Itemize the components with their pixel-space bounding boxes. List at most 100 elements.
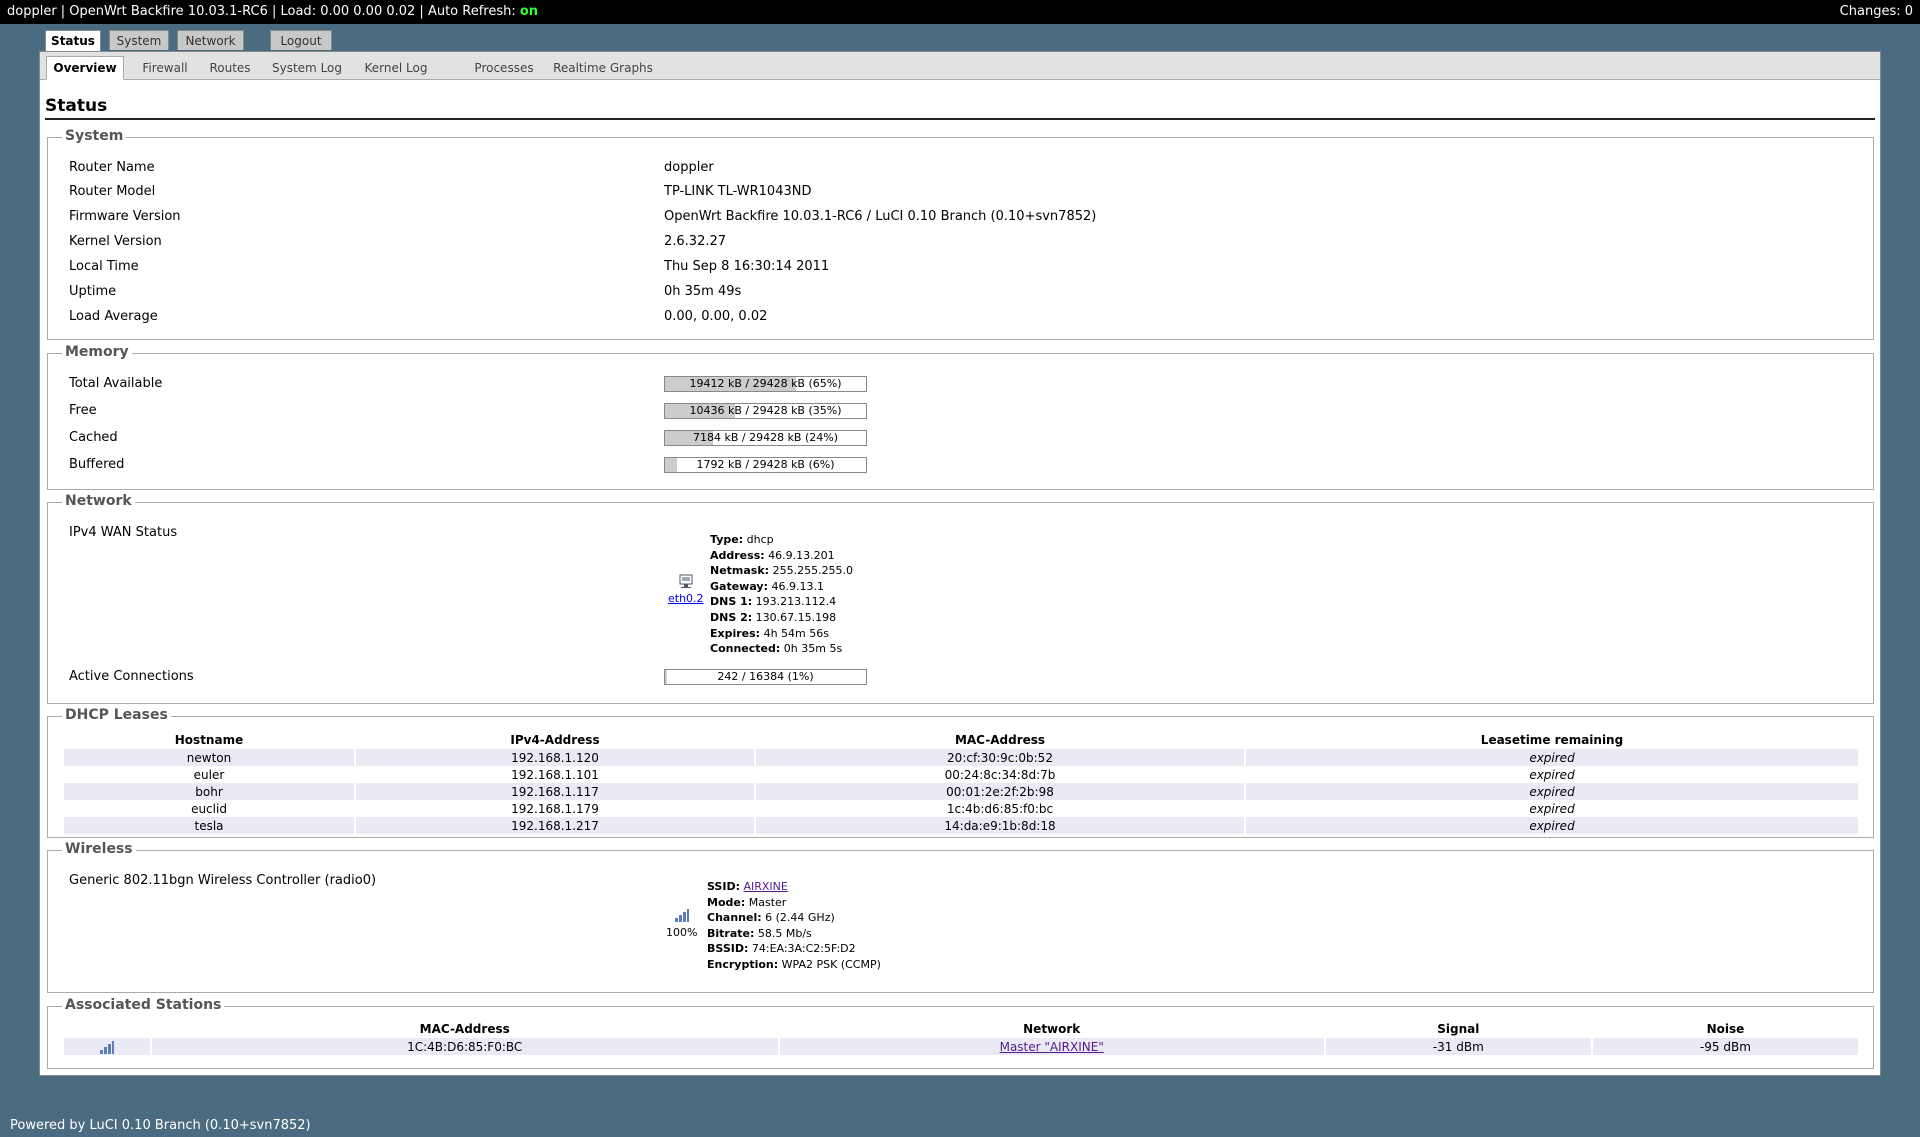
tab-status[interactable]: Status — [45, 30, 101, 52]
system-legend: System — [62, 128, 127, 144]
wireless-key: Channel: — [707, 911, 762, 925]
wireless-key: Bitrate: — [707, 926, 755, 940]
dhcp-leasetime: expired — [1246, 817, 1858, 834]
ssid-link[interactable]: AIRXINE — [743, 880, 787, 893]
system-label: Uptime — [69, 284, 117, 299]
wan-detail-row: DNS 1: 193.213.112.4 — [710, 594, 853, 610]
wan-status-label: IPv4 WAN Status — [69, 525, 178, 540]
dhcp-col-ipv4: IPv4-Address — [510, 732, 600, 747]
wireless-detail-row: BSSID: 74:EA:3A:C2:5F:D2 — [707, 941, 881, 957]
dhcp-header-row: Hostname IPv4-Address MAC-Address Leaset… — [64, 730, 1858, 749]
system-label: Local Time — [69, 259, 139, 274]
dhcp-ipv4: 192.168.1.117 — [356, 783, 754, 800]
stations-col-icon — [64, 1019, 150, 1038]
memory-legend: Memory — [62, 344, 132, 360]
wireless-detail-row: Encryption: WPA2 PSK (CCMP) — [707, 957, 881, 973]
subtab-overview[interactable]: Overview — [46, 56, 124, 80]
wan-detail-row: Connected: 0h 35m 5s — [710, 641, 853, 657]
dhcp-leasetime: expired — [1246, 783, 1858, 800]
dhcp-mac: 00:24:8c:34:8d:7b — [944, 767, 1056, 782]
subtab-realtime-graphs[interactable]: Realtime Graphs — [510, 57, 696, 79]
wireless-key: Mode: — [707, 895, 746, 909]
memory-bar: 7184 kB / 29428 kB (24%) — [664, 430, 867, 446]
system-section: System Router Name doppler Router Model … — [47, 128, 1874, 340]
topbar-info: doppler | OpenWrt Backfire 10.03.1-RC6 |… — [7, 4, 520, 19]
stations-header-row: MAC-Address Network Signal Noise — [64, 1019, 1858, 1038]
wan-key: Expires: — [710, 626, 761, 640]
auto-refresh-toggle[interactable]: on — [520, 4, 538, 19]
dhcp-ipv4: 192.168.1.101 — [511, 767, 599, 782]
memory-label: Buffered — [69, 457, 125, 472]
station-signal: -31 dBm — [1325, 1038, 1591, 1055]
system-label: Firmware Version — [69, 209, 181, 224]
wan-key: DNS 1: — [710, 595, 753, 609]
wireless-val: 58.5 Mb/s — [757, 926, 812, 940]
wan-key: DNS 2: — [710, 610, 753, 624]
dhcp-leasetime: expired — [1246, 749, 1858, 766]
dhcp-col-leasetime: Leasetime remaining — [1480, 732, 1624, 747]
dhcp-section: DHCP Leases Hostname IPv4-Address MAC-Ad… — [47, 707, 1874, 838]
table-row: bohr 192.168.1.117 00:01:2e:2f:2b:98 exp… — [64, 783, 1858, 800]
system-label: Router Name — [69, 160, 155, 175]
top-status-bar: doppler | OpenWrt Backfire 10.03.1-RC6 |… — [0, 0, 1920, 24]
memory-bar: 1792 kB / 29428 kB (6%) — [664, 457, 867, 473]
system-value: TP-LINK TL-WR1043ND — [664, 184, 812, 199]
tab-network[interactable]: Network — [177, 30, 244, 50]
dhcp-col-mac: MAC-Address — [954, 732, 1046, 747]
wireless-detail-row: SSID: AIRXINE — [707, 879, 881, 895]
wan-detail-row: Address: 46.9.13.201 — [710, 548, 853, 564]
connections-bar: 242 / 16384 (1%) — [664, 669, 867, 685]
wireless-val: 74:EA:3A:C2:5F:D2 — [751, 942, 856, 956]
system-label: Kernel Version — [69, 234, 162, 249]
system-value: Thu Sep 8 16:30:14 2011 — [664, 259, 830, 274]
wireless-val: WPA2 PSK (CCMP) — [781, 957, 881, 971]
wan-detail-row: Gateway: 46.9.13.1 — [710, 579, 853, 595]
station-network-link[interactable]: Master "AIRXINE" — [1000, 1040, 1104, 1054]
system-label: Load Average — [69, 309, 158, 324]
wan-key: Gateway: — [710, 579, 768, 593]
subtab-routes[interactable]: Routes — [202, 57, 258, 79]
wan-key: Netmask: — [710, 564, 770, 578]
memory-label: Total Available — [69, 376, 163, 391]
active-connections-label: Active Connections — [69, 669, 194, 684]
wan-interface-link[interactable]: eth0.2 — [668, 592, 704, 605]
dhcp-table: Hostname IPv4-Address MAC-Address Leaset… — [62, 730, 1860, 834]
wan-val: 46.9.13.1 — [771, 579, 824, 593]
tab-logout[interactable]: Logout — [270, 30, 332, 50]
system-value: 0.00, 0.00, 0.02 — [664, 309, 768, 324]
wan-interface: eth0.2 — [668, 573, 704, 605]
dhcp-mac: 1c:4b:d6:85:f0:bc — [946, 801, 1054, 816]
wan-val: 46.9.13.201 — [768, 548, 835, 562]
wan-detail-row: Netmask: 255.255.255.0 — [710, 563, 853, 579]
wan-val: 193.213.112.4 — [755, 595, 837, 609]
footer: Powered by LuCI 0.10 Branch (0.10+svn785… — [10, 1118, 311, 1133]
subtab-kernel-log[interactable]: Kernel Log — [354, 57, 438, 79]
wireless-detail-row: Bitrate: 58.5 Mb/s — [707, 926, 881, 942]
wireless-val: Master — [748, 895, 787, 909]
wan-key: Address: — [710, 548, 765, 562]
system-value: doppler — [664, 160, 714, 175]
tab-system[interactable]: System — [109, 30, 169, 50]
stations-table: MAC-Address Network Signal Noise 1C:4B:D… — [62, 1019, 1860, 1055]
stations-col-noise: Noise — [1706, 1021, 1745, 1036]
signal-strength-icon — [674, 909, 689, 922]
wan-val: 0h 35m 5s — [783, 642, 843, 656]
dhcp-hostname: euclid — [191, 801, 227, 816]
network-port-icon — [679, 574, 693, 588]
dhcp-hostname: newton — [64, 749, 354, 766]
wireless-val: 6 (2.44 GHz) — [765, 911, 835, 925]
wan-detail-row: DNS 2: 130.67.15.198 — [710, 610, 853, 626]
wan-val: dhcp — [746, 533, 774, 546]
table-row: 1C:4B:D6:85:F0:BC Master "AIRXINE" -31 d… — [64, 1038, 1858, 1055]
dhcp-hostname: bohr — [64, 783, 354, 800]
dhcp-mac: 00:01:2e:2f:2b:98 — [756, 783, 1244, 800]
dhcp-hostname: tesla — [64, 817, 354, 834]
dhcp-mac: 20:cf:30:9c:0b:52 — [756, 749, 1244, 766]
memory-label: Free — [69, 403, 97, 418]
wan-detail-row: Type: dhcp — [710, 532, 853, 548]
memory-section: Memory Total Available 19412 kB / 29428 … — [47, 344, 1874, 490]
subtab-system-log[interactable]: System Log — [262, 57, 352, 79]
changes-counter[interactable]: Changes: 0 — [1840, 0, 1913, 24]
subtab-firewall[interactable]: Firewall — [134, 57, 196, 79]
table-row: tesla 192.168.1.217 14:da:e9:1b:8d:18 ex… — [64, 817, 1858, 834]
